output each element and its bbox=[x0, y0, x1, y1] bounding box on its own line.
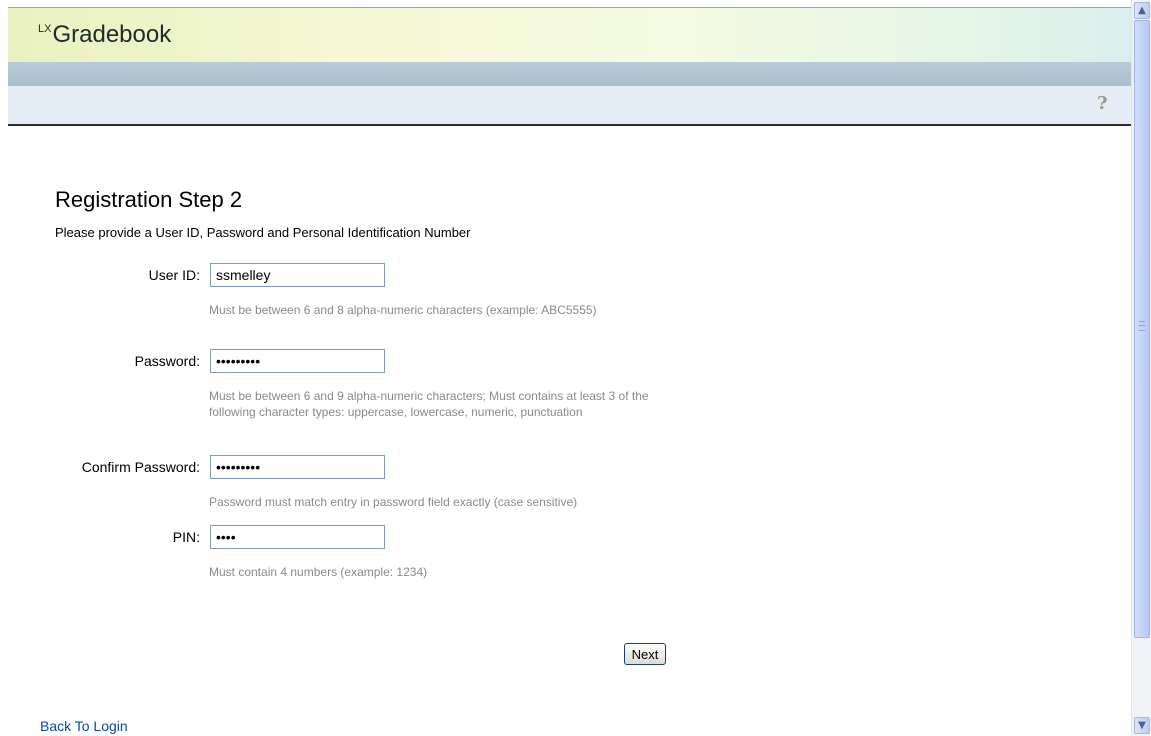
pin-input[interactable] bbox=[210, 525, 385, 549]
help-icon[interactable]: ? bbox=[1097, 94, 1113, 114]
confirm-password-label: Confirm Password: bbox=[81, 459, 200, 475]
logo-prefix: LX bbox=[38, 23, 52, 35]
password-hint: Must be between 6 and 9 alpha-numeric ch… bbox=[209, 389, 649, 419]
pin-hint: Must contain 4 numbers (example: 1234) bbox=[209, 565, 428, 579]
password-label: Password: bbox=[134, 353, 200, 369]
scroll-down-icon[interactable]: ▼ bbox=[1134, 717, 1150, 734]
user-id-hint: Must be between 6 and 8 alpha-numeric ch… bbox=[209, 303, 597, 317]
pin-label: PIN: bbox=[172, 529, 200, 545]
scrollbar-grip-icon bbox=[1139, 321, 1145, 331]
vertical-scrollbar[interactable]: ▲ ▼ bbox=[1131, 0, 1151, 736]
confirm-password-input[interactable] bbox=[210, 455, 385, 479]
page-left-edge bbox=[0, 0, 8, 128]
toolbar: ? bbox=[8, 86, 1131, 126]
next-button[interactable]: Next bbox=[624, 643, 666, 665]
scrollbar-thumb[interactable] bbox=[1134, 20, 1150, 638]
user-id-input[interactable] bbox=[210, 263, 385, 287]
user-id-label: User ID: bbox=[148, 267, 200, 283]
navigation-bar bbox=[8, 62, 1131, 86]
page: LXGradebook ? Registration Step 2 Please… bbox=[0, 0, 1131, 736]
confirm-password-hint: Password must match entry in password fi… bbox=[209, 495, 578, 509]
scroll-up-icon[interactable]: ▲ bbox=[1134, 2, 1150, 19]
app-header: LXGradebook bbox=[8, 7, 1131, 63]
page-subtitle: Please provide a User ID, Password and P… bbox=[55, 225, 471, 240]
logo-text: Gradebook bbox=[52, 21, 172, 48]
app-logo: LXGradebook bbox=[38, 21, 171, 49]
password-input[interactable] bbox=[210, 349, 385, 373]
page-title: Registration Step 2 bbox=[55, 187, 243, 212]
back-to-login-link[interactable]: Back To Login bbox=[40, 718, 128, 734]
